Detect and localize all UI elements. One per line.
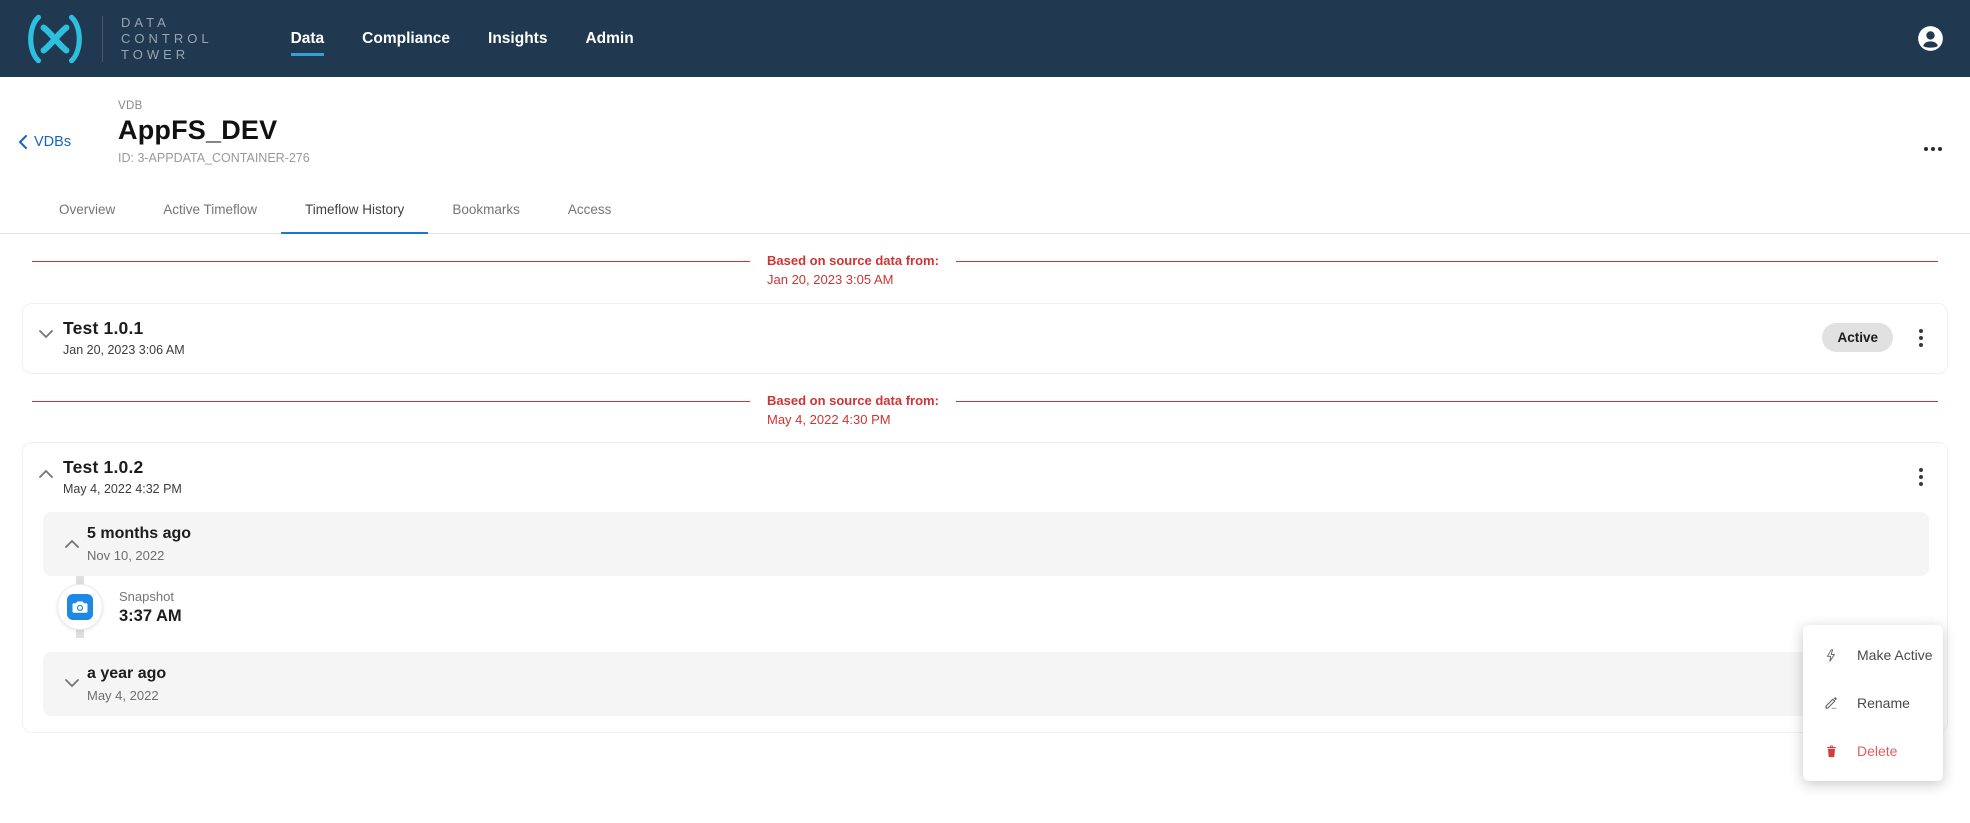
- menu-item-rename[interactable]: Rename: [1803, 679, 1943, 727]
- separator-line: [32, 401, 750, 402]
- trash-icon: [1822, 743, 1840, 760]
- menu-item-make-active[interactable]: Make Active: [1803, 631, 1943, 679]
- nav-item-insights[interactable]: Insights: [488, 30, 547, 48]
- expand-toggle-button[interactable]: [33, 330, 59, 339]
- timeflow-date: Jan 20, 2023 3:06 AM: [63, 343, 185, 357]
- group-title: 5 months ago: [87, 525, 191, 543]
- account-button[interactable]: [1917, 25, 1944, 52]
- separator-text: Based on source data from: May 4, 2022 4…: [767, 393, 939, 428]
- entity-id: ID: 3-APPDATA_CONTAINER-276: [118, 151, 310, 165]
- snapshot-label: Snapshot: [119, 589, 182, 604]
- logo-line-1: DATA: [121, 15, 213, 31]
- lightning-icon: [1822, 647, 1840, 664]
- chevron-up-icon: [59, 539, 85, 548]
- collapse-toggle-button[interactable]: [33, 469, 59, 478]
- tab-active-timeflow[interactable]: Active Timeflow: [139, 189, 281, 233]
- nav-item-compliance[interactable]: Compliance: [362, 30, 450, 48]
- nav-item-admin[interactable]: Admin: [585, 30, 633, 48]
- timeflow-card-test-1-0-2: Test 1.0.2 May 4, 2022 4:32 PM 5 months …: [22, 442, 1948, 733]
- logo-wordmark: DATA CONTROL TOWER: [121, 15, 213, 63]
- chevron-left-icon: [18, 135, 27, 149]
- pencil-icon: [1822, 695, 1840, 711]
- logo-divider: [102, 16, 103, 62]
- chevron-up-icon: [39, 469, 53, 478]
- delphix-mark-icon: [24, 13, 86, 65]
- camera-icon: [67, 594, 93, 620]
- tab-access[interactable]: Access: [544, 189, 636, 233]
- chevron-down-icon: [39, 330, 53, 339]
- menu-item-label: Make Active: [1857, 647, 1932, 663]
- timeflow-names: Test 1.0.1 Jan 20, 2023 3:06 AM: [63, 318, 185, 357]
- separator-line: [956, 401, 1938, 402]
- kebab-menu-button[interactable]: [1913, 325, 1929, 351]
- snapshot-row[interactable]: Snapshot 3:37 AM: [43, 576, 1929, 638]
- account-circle-icon: [1917, 25, 1944, 52]
- tab-bar: Overview Active Timeflow Timeflow Histor…: [0, 189, 1970, 234]
- menu-item-label: Delete: [1857, 743, 1897, 759]
- more-options-button[interactable]: [1920, 143, 1946, 155]
- timeflow-names: Test 1.0.2 May 4, 2022 4:32 PM: [63, 457, 182, 496]
- tab-bookmarks[interactable]: Bookmarks: [428, 189, 544, 233]
- timeflow-card-test-1-0-1: Test 1.0.1 Jan 20, 2023 3:06 AM Active: [22, 303, 1948, 374]
- logo-line-3: TOWER: [121, 47, 213, 63]
- page-title: AppFS_DEV: [118, 115, 310, 146]
- back-link-vdbs[interactable]: VDBs: [18, 134, 71, 150]
- group-date: May 4, 2022: [87, 688, 166, 703]
- tab-timeflow-history[interactable]: Timeflow History: [281, 189, 428, 233]
- separator-label: Based on source data from:: [767, 393, 939, 409]
- timeflow-header: Test 1.0.1 Jan 20, 2023 3:06 AM Active: [33, 318, 1929, 357]
- group-date: Nov 10, 2022: [87, 548, 191, 563]
- timeflow-date: May 4, 2022 4:32 PM: [63, 482, 182, 496]
- kebab-menu-button[interactable]: [1913, 464, 1929, 490]
- primary-nav: Data Compliance Insights Admin: [291, 30, 634, 48]
- snapshot-node: [58, 585, 102, 629]
- menu-item-delete[interactable]: Delete: [1803, 727, 1943, 775]
- group-texts: a year ago May 4, 2022: [87, 665, 166, 703]
- title-block: VDB AppFS_DEV ID: 3-APPDATA_CONTAINER-27…: [118, 100, 310, 165]
- snapshot-time: 3:37 AM: [119, 607, 182, 626]
- timeflow-name: Test 1.0.1: [63, 318, 185, 339]
- timeflow-context-menu: Make Active Rename Delete: [1803, 625, 1943, 781]
- nav-item-data[interactable]: Data: [291, 30, 325, 48]
- timeflow-header: Test 1.0.2 May 4, 2022 4:32 PM: [33, 457, 1929, 496]
- logo-line-2: CONTROL: [121, 31, 213, 47]
- tab-overview[interactable]: Overview: [35, 189, 139, 233]
- back-link-label: VDBs: [34, 134, 71, 150]
- group-texts: 5 months ago Nov 10, 2022: [87, 525, 191, 563]
- app-logo[interactable]: DATA CONTROL TOWER: [24, 13, 213, 65]
- separator-text: Based on source data from: Jan 20, 2023 …: [767, 253, 939, 288]
- chevron-down-icon: [59, 679, 85, 688]
- top-navbar: DATA CONTROL TOWER Data Compliance Insig…: [0, 0, 1970, 77]
- separator-label: Based on source data from:: [767, 253, 939, 269]
- status-badge-active: Active: [1822, 323, 1893, 352]
- source-data-separator-2: Based on source data from: May 4, 2022 4…: [0, 393, 1970, 428]
- page-header: VDBs VDB AppFS_DEV ID: 3-APPDATA_CONTAIN…: [0, 77, 1970, 179]
- source-data-separator-1: Based on source data from: Jan 20, 2023 …: [0, 253, 1970, 288]
- menu-item-label: Rename: [1857, 695, 1910, 711]
- group-title: a year ago: [87, 665, 166, 683]
- timeflow-name: Test 1.0.2: [63, 457, 182, 478]
- entity-type-label: VDB: [118, 100, 310, 112]
- snapshot-group-5-months-ago[interactable]: 5 months ago Nov 10, 2022: [43, 512, 1929, 576]
- snapshot-group-a-year-ago[interactable]: a year ago May 4, 2022 1: [43, 652, 1929, 716]
- snapshot-texts: Snapshot 3:37 AM: [119, 589, 182, 626]
- separator-date: May 4, 2022 4:30 PM: [767, 412, 939, 428]
- main-content: VDBs VDB AppFS_DEV ID: 3-APPDATA_CONTAIN…: [0, 77, 1970, 733]
- separator-line: [956, 261, 1938, 262]
- separator-date: Jan 20, 2023 3:05 AM: [767, 272, 939, 288]
- separator-line: [32, 261, 750, 262]
